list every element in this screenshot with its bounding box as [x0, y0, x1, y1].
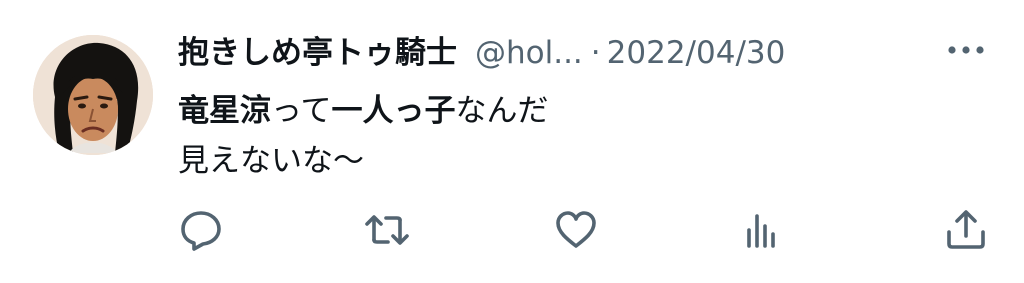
author-handle[interactable]: @hol...	[475, 30, 583, 76]
share-icon	[947, 210, 985, 249]
avatar[interactable]	[33, 35, 153, 155]
tweet[interactable]: 抱きしめ亭トゥ騎士 @hol... · 2022/04/30 竜星涼って一人っ子…	[0, 0, 1024, 283]
retweet-icon	[365, 215, 409, 245]
like-icon	[556, 211, 596, 248]
like-button[interactable]	[552, 208, 600, 252]
tweet-text: 竜星涼って一人っ子なんだ 見えないな〜	[178, 86, 548, 186]
share-button[interactable]	[942, 208, 990, 252]
reply-button[interactable]	[177, 208, 225, 252]
views-button[interactable]	[738, 208, 786, 252]
tweet-text-line-1: 竜星涼って一人っ子なんだ	[178, 86, 548, 136]
tweet-header: 抱きしめ亭トゥ騎士 @hol... · 2022/04/30	[178, 30, 785, 76]
text-segment: 一人っ子	[331, 93, 456, 129]
views-icon	[747, 214, 775, 248]
text-segment: 竜星涼	[178, 93, 271, 129]
header-separator: ·	[590, 35, 601, 71]
retweet-button[interactable]	[363, 208, 411, 252]
text-segment: って	[271, 93, 332, 129]
reply-icon	[181, 211, 221, 251]
text-segment: なんだ	[455, 93, 549, 129]
tweet-date[interactable]: 2022/04/30	[607, 30, 786, 76]
author-display-name[interactable]: 抱きしめ亭トゥ騎士	[178, 30, 457, 76]
tweet-text-line-2: 見えないな〜	[178, 143, 364, 179]
more-icon[interactable]	[944, 35, 988, 65]
